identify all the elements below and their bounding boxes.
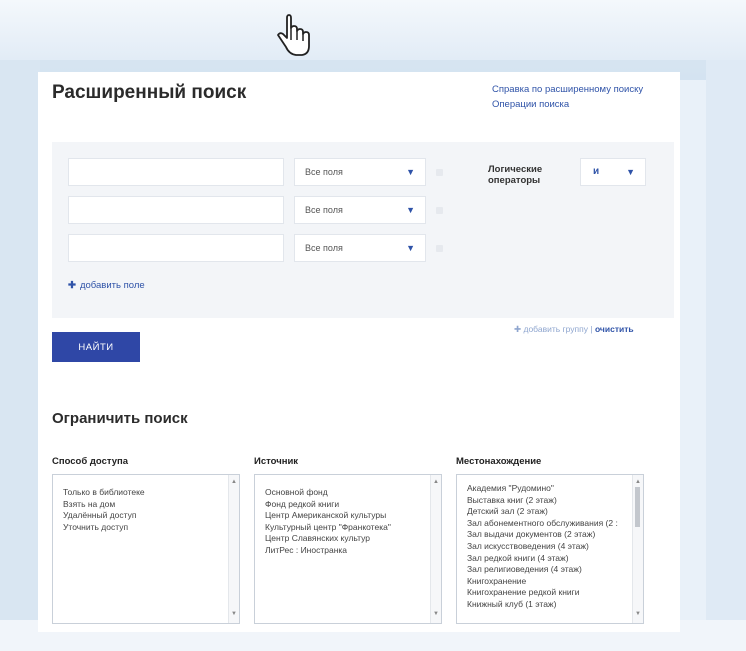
help-links: Справка по расширенному поиску Операции … bbox=[492, 82, 643, 112]
scrollbar[interactable]: ▲ ▼ bbox=[632, 475, 643, 623]
list-item[interactable]: ЛитРес : Иностранка bbox=[265, 545, 431, 557]
separator: | bbox=[590, 324, 593, 334]
plus-icon: ✚ bbox=[68, 280, 76, 291]
advanced-search-card: Расширенный поиск Справка по расширенном… bbox=[38, 72, 680, 632]
scrollbar[interactable]: ▲ ▼ bbox=[228, 475, 239, 623]
list-item[interactable]: Зал редкой книги (4 этаж) bbox=[467, 553, 633, 565]
help-advanced-search-link[interactable]: Справка по расширенному поиску bbox=[492, 82, 643, 97]
location-listbox[interactable]: Академия "Рудомино" Выставка книг (2 эта… bbox=[456, 474, 644, 624]
list-item[interactable]: Академия "Рудомино" bbox=[467, 483, 633, 495]
field-select-3[interactable]: Все поля ▼ bbox=[294, 234, 426, 262]
source-label: Источник bbox=[254, 456, 299, 467]
find-button[interactable]: НАЙТИ bbox=[52, 332, 140, 362]
list-item[interactable]: Книгохранение bbox=[467, 576, 633, 588]
chevron-down-icon: ▼ bbox=[626, 167, 635, 177]
list-item[interactable]: Зал искусствоведения (4 этаж) bbox=[467, 541, 633, 553]
access-listbox[interactable]: Только в библиотеке Взять на дом Удалённ… bbox=[52, 474, 240, 624]
access-label: Способ доступа bbox=[52, 456, 129, 467]
limit-search-title: Ограничить поиск bbox=[52, 410, 188, 427]
scroll-up-icon[interactable]: ▲ bbox=[231, 477, 237, 489]
background-left bbox=[0, 60, 40, 630]
scroll-down-icon[interactable]: ▼ bbox=[231, 609, 237, 621]
field-select-value: Все поля bbox=[305, 167, 343, 177]
row-toggle-2[interactable] bbox=[436, 207, 443, 214]
list-item[interactable]: Основной фонд bbox=[265, 487, 431, 499]
list-item[interactable]: Детский зал (2 этаж) bbox=[467, 506, 633, 518]
clear-link[interactable]: очистить bbox=[595, 324, 634, 334]
search-input-2[interactable] bbox=[68, 196, 284, 224]
list-item[interactable]: Книжный клуб (1 этаж) bbox=[467, 599, 633, 611]
row-toggle-1[interactable] bbox=[436, 169, 443, 176]
location-label: Местонахождение bbox=[456, 456, 542, 467]
logic-operator-value: и bbox=[593, 166, 600, 177]
list-item[interactable]: Зал выдачи документов (2 этаж) bbox=[467, 529, 633, 541]
logic-label-line1: Логические bbox=[488, 164, 543, 175]
list-item[interactable]: Центр Американской культуры bbox=[265, 510, 431, 522]
add-field-link[interactable]: ✚ добавить поле bbox=[68, 280, 145, 291]
chevron-down-icon: ▼ bbox=[406, 205, 415, 215]
scrollbar[interactable]: ▲ ▼ bbox=[430, 475, 441, 623]
scroll-down-icon[interactable]: ▼ bbox=[635, 609, 641, 621]
list-item[interactable]: Центр Славянских культур bbox=[265, 533, 431, 545]
scroll-up-icon[interactable]: ▲ bbox=[433, 477, 439, 489]
list-item[interactable]: Удалённый доступ bbox=[63, 510, 229, 522]
list-item[interactable]: Только в библиотеке bbox=[63, 487, 229, 499]
field-select-value: Все поля bbox=[305, 243, 343, 253]
group-links: ✚ добавить группу | очистить bbox=[514, 324, 634, 335]
search-input-3[interactable] bbox=[68, 234, 284, 262]
logic-label-line2: операторы bbox=[488, 175, 541, 186]
field-select-2[interactable]: Все поля ▼ bbox=[294, 196, 426, 224]
scrollbar-thumb[interactable] bbox=[635, 487, 640, 527]
logic-operator-select[interactable]: и ▼ bbox=[580, 158, 646, 186]
list-item[interactable]: Уточнить доступ bbox=[63, 522, 229, 534]
add-field-label: добавить поле bbox=[79, 280, 145, 291]
search-panel: Все поля ▼ Все поля ▼ Все поля ▼ Логичес… bbox=[52, 142, 674, 318]
search-input-1[interactable] bbox=[68, 158, 284, 186]
list-item[interactable]: Фонд редкой книги bbox=[265, 499, 431, 511]
list-item[interactable]: Зал религиоведения (4 этаж) bbox=[467, 564, 633, 576]
logic-operators-label: Логические операторы bbox=[488, 164, 558, 186]
field-select-1[interactable]: Все поля ▼ bbox=[294, 158, 426, 186]
list-item[interactable]: Выставка книг (2 этаж) bbox=[467, 495, 633, 507]
list-item[interactable]: Взять на дом bbox=[63, 499, 229, 511]
field-select-value: Все поля bbox=[305, 205, 343, 215]
scroll-down-icon[interactable]: ▼ bbox=[433, 609, 439, 621]
list-item[interactable]: Книгохранение редкой книги bbox=[467, 587, 633, 599]
page-title: Расширенный поиск bbox=[52, 82, 247, 103]
search-operations-link[interactable]: Операции поиска bbox=[492, 97, 643, 112]
source-listbox[interactable]: Основной фонд Фонд редкой книги Центр Ам… bbox=[254, 474, 442, 624]
plus-icon: ✚ bbox=[514, 324, 522, 334]
list-item[interactable]: Культурный центр "Франкотека" bbox=[265, 522, 431, 534]
row-toggle-3[interactable] bbox=[436, 245, 443, 252]
list-item[interactable]: Зал абонементного обслуживания (2 : bbox=[467, 518, 633, 530]
background-right bbox=[706, 60, 746, 630]
add-group-link[interactable]: добавить группу bbox=[524, 324, 588, 334]
chevron-down-icon: ▼ bbox=[406, 243, 415, 253]
hand-pointer-icon bbox=[277, 14, 310, 56]
chevron-down-icon: ▼ bbox=[406, 167, 415, 177]
